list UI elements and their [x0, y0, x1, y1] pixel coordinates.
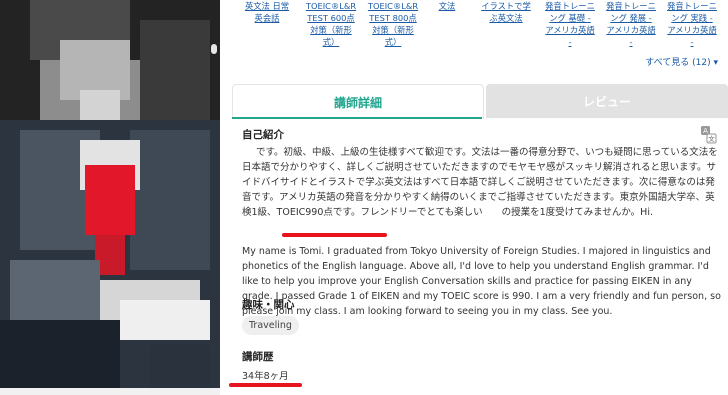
active-tab-indicator: [232, 117, 482, 119]
course-link-grammar-conversation[interactable]: 英文法 日常 英会話: [240, 0, 294, 24]
svg-text:文: 文: [708, 134, 715, 143]
highlight-underline-qualifications: [282, 233, 387, 237]
highlight-underline-years: [229, 383, 302, 387]
course-link-grammar[interactable]: 文法: [433, 0, 461, 12]
course-link-pronunciation-basic[interactable]: 発音トレーニ ング 基礎 - アメリカ英語 -: [540, 0, 600, 48]
teaching-history-value: 34年8ヶ月: [242, 371, 289, 382]
course-link-illustrated-grammar[interactable]: イラストで学 ぶ英文法: [475, 0, 537, 24]
tab-details[interactable]: 講師詳細: [232, 84, 484, 119]
chevron-down-icon: ▾: [713, 58, 718, 68]
photo-gap: [0, 388, 220, 395]
hobbies-heading: 趣味・関心: [242, 299, 295, 311]
see-all-link[interactable]: すべて見る (12) ▾: [645, 55, 718, 68]
intro-heading: 自己紹介: [242, 129, 284, 141]
photo-scroll-indicator: [211, 44, 217, 54]
translate-icon[interactable]: A 文: [700, 125, 717, 144]
see-all-label: すべて見る (12): [645, 58, 711, 68]
tab-reviews[interactable]: レビュー: [486, 84, 728, 118]
course-link-toeic-600[interactable]: TOEIC®L&R TEST 600点 対策（新形 式）: [302, 0, 360, 48]
teaching-history-heading: 講師歴: [242, 351, 274, 363]
course-link-pronunciation-practice[interactable]: 発音トレーニ ング 実践 - アメリカ英語 -: [662, 0, 722, 48]
intro-english-text: My name is Tomi. I graduated from Tokyo …: [242, 246, 721, 317]
hobby-tag: Traveling: [242, 316, 299, 335]
course-link-pronunciation-advanced[interactable]: 発音トレーニ ング 発展 - アメリカ英語 -: [601, 0, 661, 48]
course-link-toeic-800[interactable]: TOEIC®L&R TEST 800点 対策（新形 式）: [364, 0, 422, 48]
intro-japanese-text: です。初級、中級、上級の生徒様すべて歓迎です。文法は一番の得意分野で、いつも疑問…: [242, 147, 718, 218]
teacher-photo: [0, 0, 220, 395]
